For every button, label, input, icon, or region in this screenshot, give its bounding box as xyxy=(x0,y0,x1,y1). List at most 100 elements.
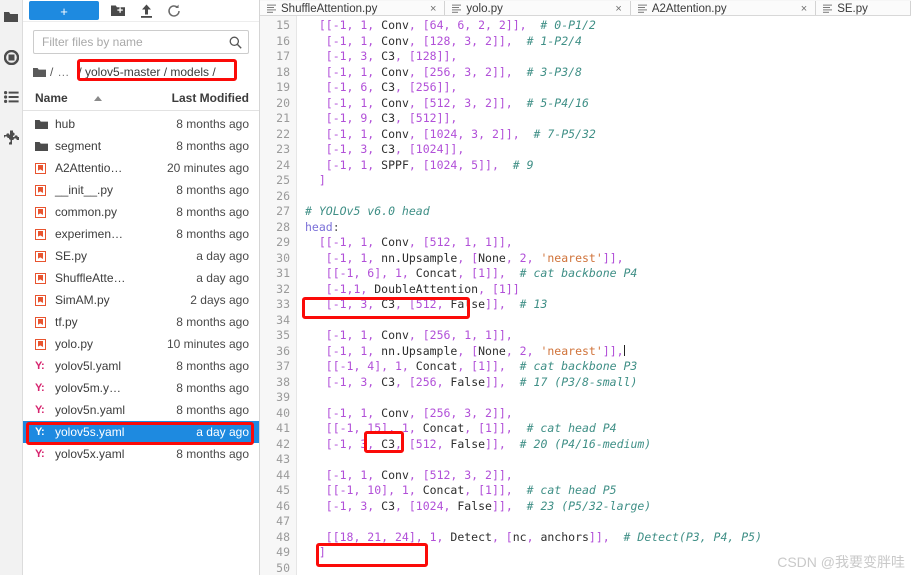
breadcrumb-separator: / xyxy=(50,65,54,79)
code-line: head: xyxy=(305,220,911,236)
editor-tab-label: yolo.py xyxy=(466,2,503,15)
code-token: Conv xyxy=(381,64,409,79)
code-line: [[-1, 15], 1, Concat, [1]], # cat head P… xyxy=(305,421,911,437)
code-token: ]], xyxy=(602,250,624,265)
file-row[interactable]: hub 8 months ago xyxy=(23,113,259,135)
search-icon xyxy=(229,36,242,49)
line-number: 16 xyxy=(276,33,290,48)
file-modified: 2 days ago xyxy=(190,293,249,307)
refresh-icon[interactable] xyxy=(165,2,183,20)
code-token: Conv xyxy=(381,18,409,32)
sort-ascending-icon[interactable] xyxy=(93,95,102,101)
close-icon[interactable]: × xyxy=(408,3,436,15)
file-row[interactable]: common.py 8 months ago xyxy=(23,201,259,223)
file-modified: 8 months ago xyxy=(176,359,249,373)
code-token: , [ xyxy=(457,250,479,265)
line-number: 40 xyxy=(276,405,290,420)
line-number: 31 xyxy=(276,266,290,280)
file-row[interactable]: Y: yolov5l.yaml 8 months ago xyxy=(23,355,259,377)
code-token: Conv xyxy=(381,126,409,141)
file-modified: 8 months ago xyxy=(176,139,249,153)
code-line: [[-1, 4], 1, Concat, [1]], # cat backbon… xyxy=(305,359,911,375)
code-view[interactable]: 15 16 17 18 19 20 21 22 23 24 25 26 27 28 29 30 31 32 33 34… xyxy=(260,16,911,575)
code-token: # 23 (P5/32-large) xyxy=(512,498,652,513)
close-icon[interactable]: × xyxy=(593,3,621,15)
file-row[interactable]: segment 8 months ago xyxy=(23,135,259,157)
editor-tab[interactable]: A2Attention.py × xyxy=(630,1,817,15)
code-token: Conv xyxy=(381,33,409,48)
file-browser-toolbar: + xyxy=(23,0,259,22)
file-name: common.py xyxy=(55,205,118,219)
file-row[interactable]: SimAM.py 2 days ago xyxy=(23,289,259,311)
code-token: Conv xyxy=(381,235,409,249)
code-line: # YOLOv5 v6.0 head xyxy=(305,204,911,220)
code-line: [-1, 9, C3, [512]], xyxy=(305,111,911,127)
line-number: 17 xyxy=(276,49,290,63)
filter-files-field[interactable] xyxy=(33,30,249,54)
file-row[interactable]: ShuffleAtte… a day ago xyxy=(23,267,259,289)
file-row[interactable]: Y: yolov5n.yaml 8 months ago xyxy=(23,399,259,421)
editor-tab-label: ShuffleAttention.py xyxy=(281,2,378,15)
code-token: [-1, 3, xyxy=(305,436,382,451)
editor-tab[interactable]: yolo.py × xyxy=(445,1,631,15)
code-token: [[-1, 15], 1, xyxy=(305,421,423,435)
code-token: , [512, xyxy=(395,436,451,451)
folder-icon[interactable] xyxy=(2,8,20,26)
code-token: [-1, 1, xyxy=(305,64,382,79)
file-row[interactable]: SE.py a day ago xyxy=(23,245,259,267)
file-row[interactable]: Y: yolov5s.yaml a day ago xyxy=(23,421,259,443)
file-row[interactable]: Y: yolov5m.y… 8 months ago xyxy=(23,377,259,399)
breadcrumb-home-folder-icon[interactable] xyxy=(33,67,46,78)
line-number: 39 xyxy=(276,390,290,404)
upload-icon[interactable] xyxy=(137,2,155,20)
code-content[interactable]: [[-1, 1, Conv, [64, 6, 2, 2]], # 0-P1/2 … xyxy=(297,16,911,575)
text-caret xyxy=(623,344,625,356)
code-line: [[-1, 1, Conv, [64, 6, 2, 2]], # 0-P1/2 xyxy=(305,18,911,34)
new-folder-icon[interactable] xyxy=(109,2,127,20)
code-line: [-1, 1, Conv, [512, 3, 2]], xyxy=(305,468,911,484)
line-number: 47 xyxy=(276,514,290,528)
new-launcher-button[interactable]: + xyxy=(29,1,99,20)
file-lines-icon xyxy=(823,4,833,13)
file-row[interactable]: A2Attentio… 20 minutes ago xyxy=(23,157,259,179)
code-token: anchors xyxy=(540,529,589,544)
line-number: 33 xyxy=(276,297,290,311)
code-line: [-1,1, DoubleAttention, [1]] xyxy=(305,282,911,298)
editor-tab[interactable]: ShuffleAttention.py × xyxy=(260,1,446,15)
file-browser-panel: + / … / yolov5-master / models / xyxy=(23,0,260,575)
file-name: SE.py xyxy=(55,249,88,263)
code-line: [-1, 3, C3, [256, False]], # 17 (P3/8-sm… xyxy=(305,375,911,391)
line-number: 37 xyxy=(276,359,290,373)
code-token: [-1, 1, xyxy=(305,328,382,342)
breadcrumb: / … / yolov5-master / models / xyxy=(33,59,249,82)
column-header-name[interactable]: Name xyxy=(35,91,68,105)
file-row[interactable]: __init__.py 8 months ago xyxy=(23,179,259,201)
code-token: [-1, 1, xyxy=(305,157,382,172)
editor-tab[interactable]: SE.py xyxy=(816,1,911,15)
extensions-icon[interactable] xyxy=(2,128,20,146)
commands-icon[interactable] xyxy=(2,88,20,106)
file-lines-icon xyxy=(452,4,462,13)
close-icon[interactable]: × xyxy=(779,3,807,15)
file-row[interactable]: tf.py 8 months ago xyxy=(23,311,259,333)
code-token: # 9 xyxy=(498,157,534,172)
code-token: # 1-P2/4 xyxy=(512,33,582,48)
running-icon[interactable] xyxy=(2,48,20,66)
code-token: , [1024]], xyxy=(395,142,465,156)
code-token: [[-1, 1, xyxy=(305,235,382,249)
search-input[interactable] xyxy=(40,34,229,50)
column-header-last-modified[interactable]: Last Modified xyxy=(172,91,249,105)
code-token: False xyxy=(457,498,492,513)
breadcrumb-ellipsis[interactable]: … xyxy=(57,65,70,79)
code-token: , [256, 3, 2]], xyxy=(408,405,513,420)
code-token: Concat xyxy=(422,483,465,497)
breadcrumb-path[interactable]: / yolov5-master / models / xyxy=(74,64,222,80)
file-row[interactable]: yolo.py 10 minutes ago xyxy=(23,333,259,355)
code-token: 'nearest' xyxy=(540,250,603,265)
watermark: CSDN @我要变胖哇 xyxy=(777,554,905,570)
code-token: None xyxy=(478,250,506,265)
file-row[interactable]: Y: yolov5x.yaml 8 months ago xyxy=(23,443,259,465)
file-row[interactable]: experimen… 8 months ago xyxy=(23,223,259,245)
